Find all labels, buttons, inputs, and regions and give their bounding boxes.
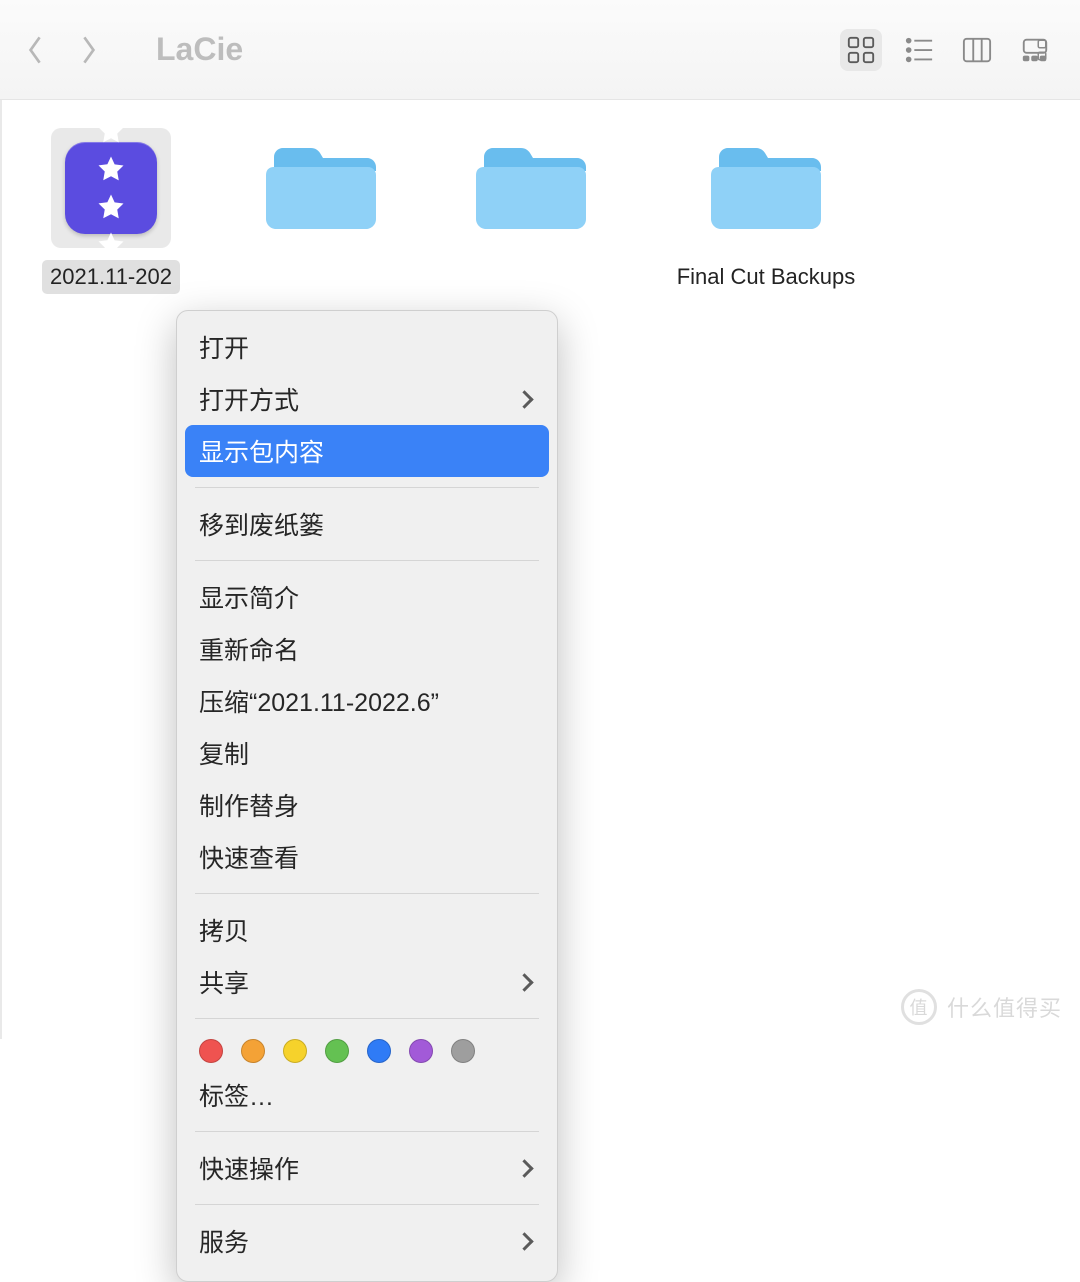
tag-color-dot[interactable] <box>199 1039 223 1063</box>
tag-color-dot[interactable] <box>241 1039 265 1063</box>
left-divider <box>0 100 12 1039</box>
content-area: 2021.11-202 <box>0 100 1080 1039</box>
menu-services[interactable]: 服务 <box>177 1215 557 1267</box>
menu-separator <box>195 893 539 894</box>
app-icon-wrap <box>51 128 171 248</box>
menu-get-info[interactable]: 显示简介 <box>177 571 557 623</box>
view-mode-group <box>840 29 1056 71</box>
watermark-text: 什么值得买 <box>947 991 1062 1023</box>
folder-icon <box>266 143 376 233</box>
menu-tag-colors <box>177 1029 557 1069</box>
file-item-folder[interactable] <box>456 128 606 278</box>
menu-tags[interactable]: 标签… <box>177 1069 557 1121</box>
tag-color-dot[interactable] <box>367 1039 391 1063</box>
files-row: 2021.11-202 <box>36 128 1044 294</box>
file-label: 2021.11-202 <box>42 260 180 294</box>
file-item-folder[interactable] <box>246 128 396 278</box>
menu-rename[interactable]: 重新命名 <box>177 623 557 675</box>
file-item-app[interactable]: 2021.11-202 <box>36 128 186 294</box>
menu-open[interactable]: 打开 <box>177 321 557 373</box>
back-button[interactable] <box>24 38 48 62</box>
menu-separator <box>195 487 539 488</box>
menu-open-with[interactable]: 打开方式 <box>177 373 557 425</box>
tag-color-dot[interactable] <box>325 1039 349 1063</box>
menu-separator <box>195 560 539 561</box>
tag-color-dot[interactable] <box>283 1039 307 1063</box>
menu-make-alias[interactable]: 制作替身 <box>177 779 557 831</box>
forward-button[interactable] <box>76 38 100 62</box>
folder-icon-wrap <box>706 128 826 248</box>
folder-icon-wrap <box>471 128 591 248</box>
folder-icon <box>476 143 586 233</box>
tag-color-dot[interactable] <box>409 1039 433 1063</box>
menu-show-package-contents[interactable]: 显示包内容 <box>185 425 549 477</box>
list-view-button[interactable] <box>898 29 940 71</box>
watermark-badge: 值 <box>901 989 937 1025</box>
menu-share[interactable]: 共享 <box>177 956 557 1008</box>
imovie-library-icon <box>65 142 157 234</box>
tag-color-dot[interactable] <box>451 1039 475 1063</box>
context-menu: 打开 打开方式 显示包内容 移到废纸篓 显示简介 重新命名 压缩“2021.11… <box>176 310 558 1282</box>
menu-separator <box>195 1018 539 1019</box>
file-label: Final Cut Backups <box>669 260 864 294</box>
watermark: 值 什么值得买 <box>901 989 1062 1025</box>
menu-move-to-trash[interactable]: 移到废纸篓 <box>177 498 557 550</box>
menu-compress[interactable]: 压缩“2021.11-2022.6” <box>177 675 557 727</box>
menu-separator <box>195 1131 539 1132</box>
folder-icon <box>711 143 821 233</box>
menu-separator <box>195 1204 539 1205</box>
location-title: LaCie <box>156 31 243 68</box>
column-view-button[interactable] <box>956 29 998 71</box>
menu-copy[interactable]: 拷贝 <box>177 904 557 956</box>
file-label <box>313 265 329 273</box>
nav-group: LaCie <box>24 31 243 68</box>
group-by-button[interactable] <box>1036 29 1060 71</box>
file-item-folder[interactable]: Final Cut Backups <box>666 128 866 294</box>
menu-quick-look[interactable]: 快速查看 <box>177 831 557 883</box>
folder-icon-wrap <box>261 128 381 248</box>
menu-duplicate[interactable]: 复制 <box>177 727 557 779</box>
finder-toolbar: LaCie <box>0 0 1080 100</box>
menu-quick-actions[interactable]: 快速操作 <box>177 1142 557 1194</box>
file-label <box>523 265 539 273</box>
icon-view-button[interactable] <box>840 29 882 71</box>
